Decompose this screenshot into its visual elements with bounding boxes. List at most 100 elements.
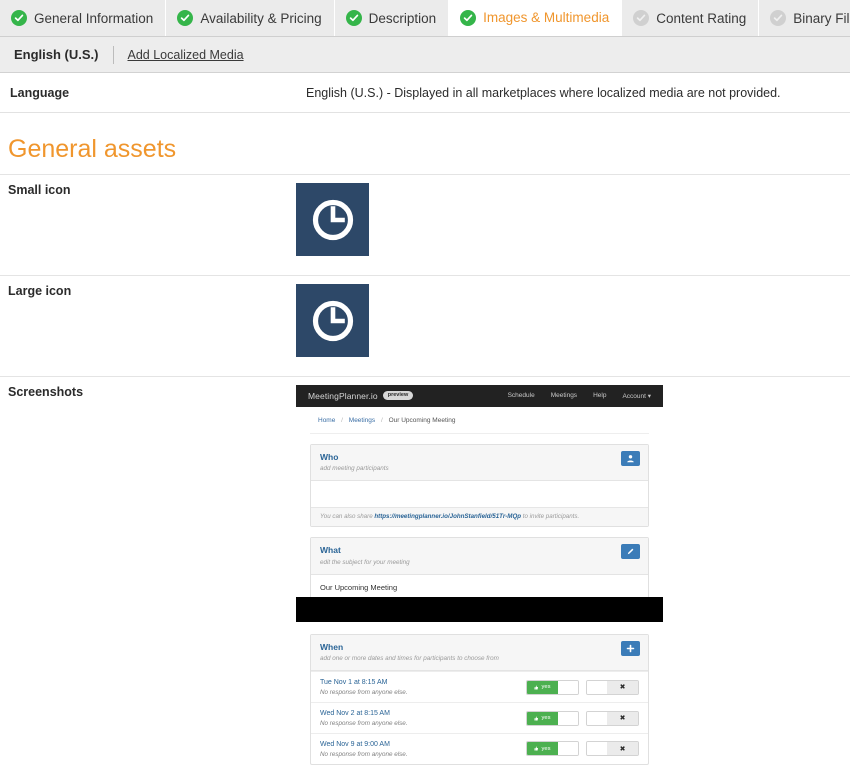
small-icon-label: Small icon xyxy=(8,183,71,197)
share-link[interactable]: https://meetingplanner.io/JohnStanfield/… xyxy=(374,513,521,520)
yes-label: yes xyxy=(541,715,551,722)
yes-label: yes xyxy=(541,745,551,752)
screenshots-label: Screenshots xyxy=(8,385,84,399)
no-toggle[interactable]: ✖ xyxy=(586,741,639,757)
no-toggle-blank[interactable] xyxy=(587,680,607,694)
check-circle-icon xyxy=(177,10,194,26)
large-icon-row: Large icon xyxy=(0,275,850,376)
no-toggle[interactable]: ✖ xyxy=(586,679,639,695)
share-suffix: to invite participants. xyxy=(521,513,580,521)
no-toggle-blank[interactable] xyxy=(587,711,607,725)
clock-app-icon[interactable] xyxy=(296,183,369,256)
no-segment[interactable]: ✖ xyxy=(607,711,638,725)
tab-images-multimedia[interactable]: Images & Multimedia xyxy=(449,0,623,36)
language-label: Language xyxy=(10,85,70,100)
screenshots-row: Screenshots MeetingPlanner.io preview Sc… xyxy=(0,376,850,778)
person-icon xyxy=(627,455,634,463)
check-circle-icon xyxy=(460,9,477,26)
no-segment[interactable]: ✖ xyxy=(607,680,638,694)
who-card-share-note: You can also share https://meetingplanne… xyxy=(311,507,648,527)
time-slot-row: Wed Nov 9 at 9:00 AM No response from an… xyxy=(311,733,648,764)
thumbs-up-icon xyxy=(534,716,539,721)
what-card-title: What xyxy=(320,545,341,556)
app-nav-links: Schedule Meetings Help Account ▾ xyxy=(508,392,651,400)
add-time-button[interactable] xyxy=(621,641,640,656)
yes-toggle[interactable]: yes xyxy=(526,710,579,726)
tab-label: Availability & Pricing xyxy=(200,10,322,26)
time-slot-info: Tue Nov 1 at 8:15 AM No response from an… xyxy=(320,678,519,696)
clock-icon xyxy=(312,300,353,341)
app-navbar: MeetingPlanner.io preview Schedule Meeti… xyxy=(296,385,663,407)
nav-link-meetings[interactable]: Meetings xyxy=(551,392,577,400)
nav-link-schedule[interactable]: Schedule xyxy=(508,392,535,400)
tab-label: Content Rating xyxy=(656,10,747,26)
large-icon-preview xyxy=(296,284,850,366)
clock-app-icon[interactable] xyxy=(296,284,369,357)
time-slot-note: No response from anyone else. xyxy=(320,750,408,758)
who-card-body xyxy=(311,481,648,507)
screenshot-thumbnail-1[interactable]: MeetingPlanner.io preview Schedule Meeti… xyxy=(296,385,663,597)
breadcrumb-separator: / xyxy=(341,417,343,424)
plus-icon xyxy=(626,644,635,653)
when-card: When add one or more dates and times for… xyxy=(310,634,649,765)
clock-icon xyxy=(312,199,353,240)
screenshot-thumbnail-2[interactable]: When add one or more dates and times for… xyxy=(296,628,663,768)
yes-toggle-blank[interactable] xyxy=(558,742,578,756)
no-segment[interactable]: ✖ xyxy=(607,742,638,756)
tab-label: Images & Multimedia xyxy=(483,10,610,25)
time-slot-note: No response from anyone else. xyxy=(320,720,408,728)
time-slot-date[interactable]: Wed Nov 9 at 9:00 AM xyxy=(320,740,519,750)
no-toggle-blank[interactable] xyxy=(587,742,607,756)
what-card: What edit the subject for your meeting O… xyxy=(310,537,649,597)
screenshot-separator-bar xyxy=(296,597,663,622)
nav-link-account[interactable]: Account ▾ xyxy=(622,392,651,400)
yes-segment[interactable]: yes xyxy=(527,711,558,725)
yes-toggle-blank[interactable] xyxy=(558,680,578,694)
tab-description[interactable]: Description xyxy=(334,0,450,36)
tab-content-rating[interactable]: Content Rating xyxy=(622,0,760,36)
app-content: Home / Meetings / Our Upcoming Meeting W… xyxy=(296,407,663,597)
time-slot-row: Tue Nov 1 at 8:15 AM No response from an… xyxy=(311,671,648,702)
small-icon-row: Small icon xyxy=(0,174,850,275)
when-card-title: When xyxy=(320,642,344,652)
tab-binary-files[interactable]: Binary File(s) xyxy=(759,0,850,36)
when-card-header: When add one or more dates and times for… xyxy=(311,635,648,672)
what-card-subtitle: edit the subject for your meeting xyxy=(320,558,410,566)
add-localized-media-link[interactable]: Add Localized Media xyxy=(128,48,244,62)
no-toggle[interactable]: ✖ xyxy=(586,710,639,726)
who-card-header: Who add meeting participants xyxy=(311,445,648,482)
breadcrumb: Home / Meetings / Our Upcoming Meeting xyxy=(310,407,649,434)
yes-toggle[interactable]: yes xyxy=(526,741,579,757)
check-circle-icon xyxy=(345,10,362,26)
nav-link-help[interactable]: Help xyxy=(593,392,606,400)
yes-segment[interactable]: yes xyxy=(527,680,558,694)
thumbs-up-icon xyxy=(534,746,539,751)
tab-label: Description xyxy=(368,10,437,26)
share-prefix: You can also share xyxy=(320,513,375,521)
general-assets-heading: General assets xyxy=(8,135,177,163)
yes-label: yes xyxy=(541,684,551,691)
who-card-subtitle: add meeting participants xyxy=(320,465,389,473)
time-slot-date[interactable]: Wed Nov 2 at 8:15 AM xyxy=(320,709,519,719)
language-value: English (U.S.) - Displayed in all market… xyxy=(306,85,781,100)
breadcrumb-current: Our Upcoming Meeting xyxy=(388,417,456,424)
time-slot-info: Wed Nov 2 at 8:15 AM No response from an… xyxy=(320,709,519,727)
tab-label: General Information xyxy=(34,10,154,26)
time-slot-info: Wed Nov 9 at 9:00 AM No response from an… xyxy=(320,740,519,758)
preview-badge: preview xyxy=(382,390,414,400)
meeting-subject-value: Our Upcoming Meeting xyxy=(320,582,398,592)
yes-toggle-blank[interactable] xyxy=(558,711,578,725)
tab-availability-pricing[interactable]: Availability & Pricing xyxy=(166,0,335,36)
yes-toggle[interactable]: yes xyxy=(526,679,579,695)
breadcrumb-home[interactable]: Home xyxy=(318,417,335,424)
breadcrumb-separator: / xyxy=(380,417,383,424)
add-participant-button[interactable] xyxy=(621,451,640,466)
tab-general-information[interactable]: General Information xyxy=(0,0,167,36)
time-slot-date[interactable]: Tue Nov 1 at 8:15 AM xyxy=(320,678,519,688)
breadcrumb-meetings[interactable]: Meetings xyxy=(349,417,375,424)
yes-segment[interactable]: yes xyxy=(527,742,558,756)
what-card-header: What edit the subject for your meeting xyxy=(311,538,648,575)
x-icon: ✖ xyxy=(619,745,626,753)
who-card: Who add meeting participants You can als… xyxy=(310,444,649,528)
edit-subject-button[interactable] xyxy=(621,544,640,560)
